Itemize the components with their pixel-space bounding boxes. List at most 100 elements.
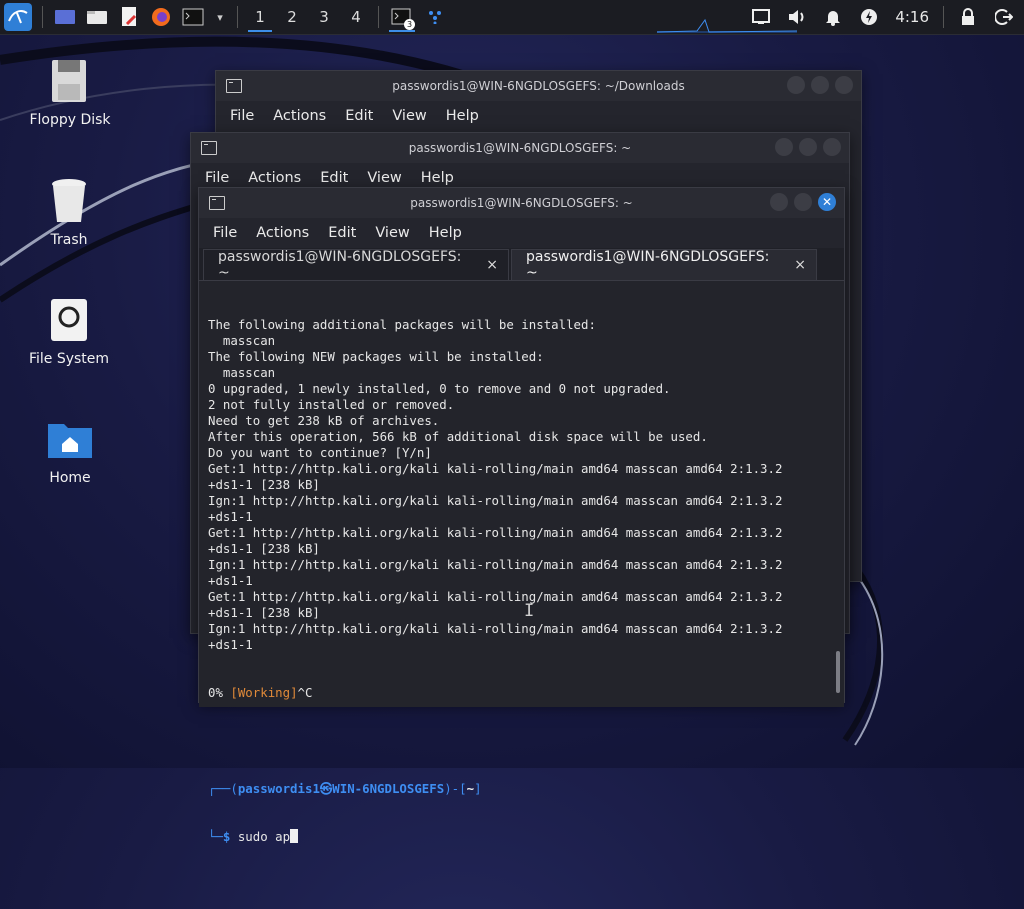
menu-actions[interactable]: Actions xyxy=(256,225,309,241)
trash-icon xyxy=(45,178,93,226)
menubar: File Actions Edit View Help xyxy=(216,101,861,131)
prompt-dollar: $ xyxy=(222,829,238,844)
lock-icon[interactable] xyxy=(956,5,980,29)
terminal-launcher-icon[interactable] xyxy=(181,5,205,29)
terminal-line: +ds1-1 xyxy=(208,509,253,524)
working-label: [Working] xyxy=(230,685,298,700)
terminal-scrollbar[interactable] xyxy=(836,651,840,693)
text-editor-icon[interactable] xyxy=(117,5,141,29)
kali-menu-icon[interactable] xyxy=(4,3,32,31)
display-icon[interactable] xyxy=(749,5,773,29)
window-count-badge: 3 xyxy=(404,19,415,30)
menu-file[interactable]: File xyxy=(230,108,254,124)
taskbar: ▾ 1 2 3 4 3 4:16 xyxy=(0,0,1024,35)
tab-close-icon[interactable]: × xyxy=(486,257,498,273)
terminal-task-button[interactable]: 3 xyxy=(385,0,419,34)
terminal-window-icon xyxy=(226,79,242,93)
menu-view[interactable]: View xyxy=(375,225,409,241)
prompt-box-end: ] xyxy=(474,781,482,796)
command-input[interactable]: sudo ap xyxy=(238,829,290,844)
menu-actions[interactable]: Actions xyxy=(273,108,326,124)
terminal-line: Get:1 http://http.kali.org/kali kali-rol… xyxy=(208,461,783,476)
tab-terminal-2[interactable]: passwordis1@WIN-6NGDLOSGEFS: ~ × xyxy=(511,249,817,281)
menu-edit[interactable]: Edit xyxy=(345,108,373,124)
menu-file[interactable]: File xyxy=(205,170,229,186)
menu-help[interactable]: Help xyxy=(421,170,454,186)
hard-drive-icon xyxy=(45,297,93,345)
desktop-icon-home[interactable]: Home xyxy=(20,416,120,486)
terminal-line: 2 not fully installed or removed. xyxy=(208,397,455,412)
menu-view[interactable]: View xyxy=(367,170,401,186)
workspace-3[interactable]: 3 xyxy=(308,0,340,34)
maximize-button[interactable] xyxy=(794,193,812,211)
terminal-line: The following NEW packages will be insta… xyxy=(208,349,544,364)
close-button[interactable] xyxy=(835,76,853,94)
prompt-line-2: └─$ sudo ap xyxy=(208,829,844,845)
taskbar-separator xyxy=(42,6,43,28)
workspace-2[interactable]: 2 xyxy=(276,0,308,34)
logout-icon[interactable] xyxy=(992,5,1016,29)
terminal-window-icon xyxy=(201,141,217,155)
taskbar-separator xyxy=(237,6,238,28)
window-title: passwordis1@WIN-6NGDLOSGEFS: ~ xyxy=(408,141,632,155)
prompt-line-1: ┌──(passwordis1㉿WIN-6NGDLOSGEFS)-[~] xyxy=(208,781,844,797)
menubar: File Actions Edit View Help xyxy=(199,218,844,248)
menu-edit[interactable]: Edit xyxy=(328,225,356,241)
terminal-line: +ds1-1 xyxy=(208,637,253,652)
terminal-line: 0 upgraded, 1 newly installed, 0 to remo… xyxy=(208,381,671,396)
chevron-down-icon[interactable]: ▾ xyxy=(213,5,227,29)
maximize-button[interactable] xyxy=(799,138,817,156)
system-tray: 4:16 xyxy=(743,0,1024,34)
window-titlebar[interactable]: passwordis1@WIN-6NGDLOSGEFS: ~ xyxy=(191,133,849,163)
working-line: 0% [Working]^C xyxy=(208,685,844,701)
window-titlebar[interactable]: passwordis1@WIN-6NGDLOSGEFS: ~/Downloads xyxy=(216,71,861,101)
tab-close-icon[interactable]: × xyxy=(794,257,806,273)
notifications-bell-icon[interactable] xyxy=(821,5,845,29)
show-desktop-icon[interactable] xyxy=(53,5,77,29)
desktop-icon-trash[interactable]: Trash xyxy=(19,178,119,248)
terminal-line: +ds1-1 [238 kB] xyxy=(208,477,320,492)
workspace-1[interactable]: 1 xyxy=(244,0,276,34)
file-manager-icon[interactable] xyxy=(85,5,109,29)
terminal-line: Need to get 238 kB of archives. xyxy=(208,413,440,428)
terminal-line: Ign:1 http://http.kali.org/kali kali-rol… xyxy=(208,621,783,636)
terminal-line: Ign:1 http://http.kali.org/kali kali-rol… xyxy=(208,493,783,508)
volume-icon[interactable] xyxy=(785,5,809,29)
maximize-button[interactable] xyxy=(811,76,829,94)
power-manager-icon[interactable] xyxy=(857,5,881,29)
desktop-icon-label: Trash xyxy=(50,232,88,248)
firefox-icon[interactable] xyxy=(149,5,173,29)
menu-help[interactable]: Help xyxy=(446,108,479,124)
close-button[interactable]: ✕ xyxy=(818,193,836,211)
minimize-button[interactable] xyxy=(787,76,805,94)
desktop-icon-floppy-disk[interactable]: Floppy Disk xyxy=(20,58,120,128)
desktop-icon-file-system[interactable]: File System xyxy=(19,297,119,367)
floppy-disk-icon xyxy=(46,58,94,106)
mouse-ibeam-cursor: I xyxy=(524,601,535,621)
terminal-line: The following additional packages will b… xyxy=(208,317,596,332)
window-titlebar[interactable]: passwordis1@WIN-6NGDLOSGEFS: ~ ✕ xyxy=(199,188,844,218)
clock[interactable]: 4:16 xyxy=(895,8,929,26)
terminal-output[interactable]: The following additional packages will b… xyxy=(199,281,844,844)
menu-view[interactable]: View xyxy=(392,108,426,124)
workspace-4[interactable]: 4 xyxy=(340,0,372,34)
menu-actions[interactable]: Actions xyxy=(248,170,301,186)
minimize-button[interactable] xyxy=(770,193,788,211)
menu-help[interactable]: Help xyxy=(429,225,462,241)
desktop-icon-label: Floppy Disk xyxy=(29,112,111,128)
close-button[interactable] xyxy=(823,138,841,156)
terminal-line: Get:1 http://http.kali.org/kali kali-rol… xyxy=(208,525,783,540)
taskbar-separator xyxy=(378,6,379,28)
terminal-line: masscan xyxy=(208,333,276,348)
tab-terminal-1[interactable]: passwordis1@WIN-6NGDLOSGEFS: ~ × xyxy=(203,249,509,281)
kali-dragon-icon[interactable] xyxy=(423,5,447,29)
terminal-window-active[interactable]: passwordis1@WIN-6NGDLOSGEFS: ~ ✕ File Ac… xyxy=(198,187,845,844)
desktop-icon-label: Home xyxy=(49,470,91,486)
menu-file[interactable]: File xyxy=(213,225,237,241)
minimize-button[interactable] xyxy=(775,138,793,156)
desktop-icon-label: File System xyxy=(28,351,110,367)
menu-edit[interactable]: Edit xyxy=(320,170,348,186)
terminal-line: Ign:1 http://http.kali.org/kali kali-rol… xyxy=(208,557,783,572)
terminal-line: After this operation, 566 kB of addition… xyxy=(208,429,708,444)
